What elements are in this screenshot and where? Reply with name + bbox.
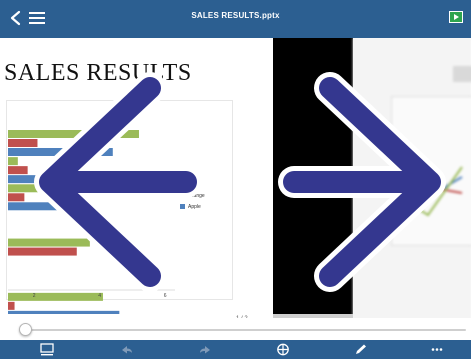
bar-peach-6 (8, 292, 103, 301)
slide-scrubber (0, 318, 471, 340)
legend-label-apple: Apple (188, 204, 201, 210)
bar-orange-1 (8, 166, 28, 175)
document-title: SALES RESULTS.pptx (191, 11, 280, 20)
bar-orange-0 (8, 139, 38, 147)
x-tick-label: 2 (33, 293, 36, 299)
bottom-toolbar (0, 340, 471, 359)
scrubber-thumb[interactable] (19, 323, 32, 336)
bar-apple-6 (8, 310, 120, 314)
top-bar: SALES RESULTS.pptx (0, 0, 471, 38)
bar-orange-4 (8, 247, 77, 256)
slide-2-title-blur (453, 66, 471, 82)
slides-panel-icon[interactable] (40, 343, 54, 356)
presentation-app: SALES RESULTS.pptx SALES RESULTS 2 4 6 ach O… (0, 0, 471, 359)
more-dots-icon[interactable] (430, 343, 444, 356)
legend-swatch-apple (180, 204, 185, 209)
present-play-icon[interactable] (449, 11, 463, 23)
undo-icon[interactable] (120, 343, 134, 356)
bar-orange-2 (8, 193, 25, 202)
scrubber-track[interactable] (26, 329, 466, 331)
crosshair-insert-icon[interactable] (276, 343, 290, 356)
pen-icon[interactable] (354, 343, 368, 356)
bar-orange-6 (8, 301, 15, 310)
redo-icon[interactable] (198, 343, 212, 356)
x-tick-label: 6 (164, 293, 167, 299)
bar-peach-4 (8, 238, 90, 247)
bar-peach-1 (8, 157, 18, 166)
x-tick-label: 4 (98, 293, 101, 299)
